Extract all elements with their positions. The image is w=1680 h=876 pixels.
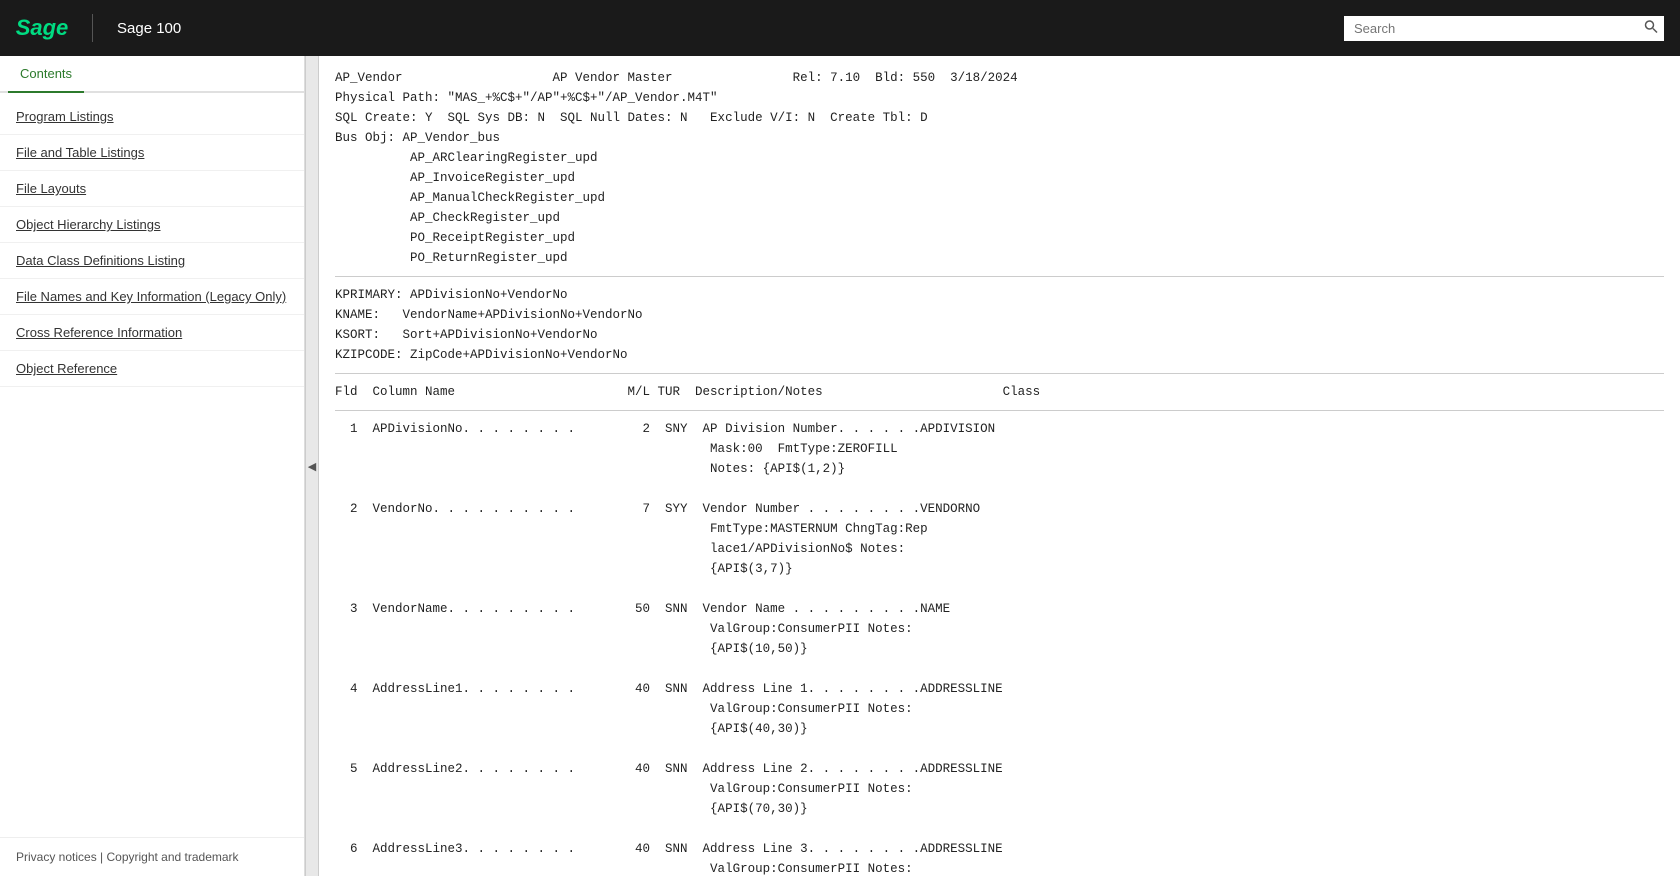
keys-section: KPRIMARY: APDivisionNo+VendorNo KNAME: V… [335,285,1664,365]
sidebar-item-data-class[interactable]: Data Class Definitions Listing [0,243,304,279]
search-input[interactable] [1344,16,1664,41]
search-button[interactable] [1644,20,1658,37]
table-header-section: Fld Column Name M/L TUR Description/Note… [335,382,1664,402]
sidebar-item-file-table-listings[interactable]: File and Table Listings [0,135,304,171]
fields-section: 1 APDivisionNo. . . . . . . . 2 SNY AP D… [335,419,1664,876]
sidebar-collapse-handle[interactable]: ◀ [305,56,319,876]
sidebar-nav: Program Listings File and Table Listings… [0,93,304,837]
sidebar-item-object-hierarchy[interactable]: Object Hierarchy Listings [0,207,304,243]
divider-2 [335,373,1664,374]
fields-content: 1 APDivisionNo. . . . . . . . 2 SNY AP D… [335,419,1664,876]
search-icon [1644,20,1658,34]
tab-contents[interactable]: Contents [8,56,84,93]
content-area: AP_Vendor AP Vendor Master Rel: 7.10 Bld… [319,56,1680,876]
keys-content: KPRIMARY: APDivisionNo+VendorNo KNAME: V… [335,285,1664,365]
main-layout: Contents Program Listings File and Table… [0,56,1680,876]
sidebar-item-file-names-key[interactable]: File Names and Key Information (Legacy O… [0,279,304,315]
sidebar-tabs: Contents [0,56,304,93]
footer-text: Privacy notices | Copyright and trademar… [16,850,239,864]
file-header-line1: AP_Vendor AP Vendor Master Rel: 7.10 Bld… [335,68,1664,268]
search-container [1344,16,1664,41]
app-header: Sage Sage 100 [0,0,1680,56]
sidebar-item-program-listings[interactable]: Program Listings [0,99,304,135]
sidebar-item-object-reference[interactable]: Object Reference [0,351,304,387]
header-logo: Sage Sage 100 [16,12,181,44]
collapse-arrow-icon: ◀ [308,460,316,473]
sidebar: Contents Program Listings File and Table… [0,56,305,876]
sidebar-item-cross-reference[interactable]: Cross Reference Information [0,315,304,351]
divider-3 [335,410,1664,411]
file-header-section: AP_Vendor AP Vendor Master Rel: 7.10 Bld… [335,68,1664,268]
header-divider [92,14,93,42]
sidebar-item-file-layouts[interactable]: File Layouts [0,171,304,207]
sidebar-footer: Privacy notices | Copyright and trademar… [0,837,304,876]
table-header-content: Fld Column Name M/L TUR Description/Note… [335,382,1664,402]
divider-1 [335,276,1664,277]
content-inner: AP_Vendor AP Vendor Master Rel: 7.10 Bld… [319,56,1680,876]
sage-logo-text: Sage [16,15,69,41]
sage-logo-icon: Sage [16,12,68,44]
app-name: Sage 100 [117,20,181,37]
